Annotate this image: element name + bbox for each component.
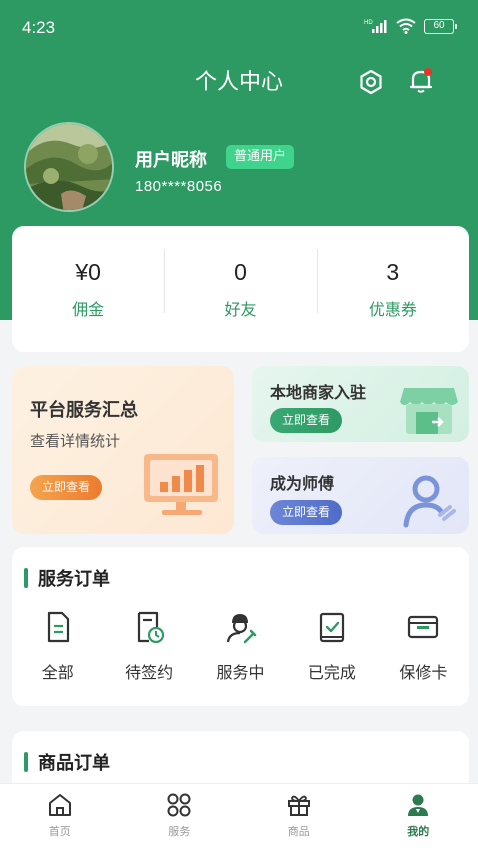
section-accent-bar [24,568,28,588]
stat-value: 3 [386,258,400,285]
user-icon [408,794,429,816]
bottom-tab-bar: 首页 服务 商品 我的 [0,783,478,850]
stat-label: 好友 [224,299,257,319]
order-label: 服务中 [216,663,265,682]
stat-value: ¥0 [75,258,101,285]
stat-coupons[interactable]: 3 优惠券 [316,248,469,320]
order-in-service[interactable]: 服务中 [195,609,286,683]
signal-icon: HD [364,20,387,33]
tab-label: 服务 [168,825,191,838]
chart-monitor-icon [144,454,218,515]
worker-profile-icon [403,475,456,528]
completed-icon [319,612,345,643]
promo-title: 本地商家入驻 [270,383,367,402]
order-label: 全部 [41,663,74,682]
service-orders-card: 服务订单 全部 待签约 服务中 已完成 保修卡 [12,547,469,706]
promo-title: 成为师傅 [270,474,335,493]
stat-label: 优惠券 [368,299,417,319]
home-icon [48,794,71,816]
promo-local-merchant[interactable]: 本地商家入驻 立即查看 [252,366,469,442]
section-title: 服务订单 [38,569,110,590]
wifi-icon [396,18,416,34]
order-label: 已完成 [307,663,356,682]
status-bar: 4:23 HD 60 [0,0,478,56]
order-completed[interactable]: 已完成 [286,609,377,683]
notification-dot [424,68,432,76]
membership-badge: 普通用户 [226,145,295,169]
promo-become-master[interactable]: 成为师傅 立即查看 [252,457,469,534]
username: 用户昵称 [135,150,207,171]
section-title: 商品订单 [38,753,110,774]
document-icon [47,611,69,643]
storefront-icon [400,388,458,434]
service-grid-icon [167,793,191,817]
worker-icon [226,614,256,644]
notification-button[interactable] [406,66,436,96]
tab-label: 我的 [407,825,430,838]
status-icons: HD 60 [364,18,457,34]
settings-button[interactable] [357,68,385,96]
stats-card: ¥0 佣金 0 好友 3 优惠券 [12,226,469,352]
stat-commission[interactable]: ¥0 佣金 [12,259,164,320]
tab-service[interactable]: 服务 [120,784,240,850]
section-accent-bar [24,752,28,772]
promo-platform-services[interactable]: 平台服务汇总 查看详情统计 立即查看 [12,366,234,534]
stat-value: 0 [234,258,247,285]
order-pending-contract[interactable]: 待签约 [103,609,194,683]
tab-home[interactable]: 首页 [0,784,120,850]
tab-mine[interactable]: 我的 [359,784,478,850]
warranty-card-icon [408,615,439,639]
tab-label: 商品 [287,825,310,838]
order-warranty-card[interactable]: 保修卡 [378,609,469,683]
pending-contract-icon [138,611,165,644]
order-all[interactable]: 全部 [12,609,103,683]
order-status-list: 全部 待签约 服务中 已完成 保修卡 [12,609,469,683]
status-time: 4:23 [22,18,56,37]
network-type: HD [364,20,373,26]
tab-goods[interactable]: 商品 [239,784,359,850]
avatar[interactable] [24,122,114,212]
order-label: 保修卡 [399,663,448,682]
stat-friends[interactable]: 0 好友 [164,248,316,320]
section-header: 服务订单 [24,565,110,591]
section-header: 商品订单 [24,749,110,775]
avatar-image [26,124,112,210]
battery-icon: 60 [424,18,457,34]
promo-title: 平台服务汇总 [30,400,138,421]
gift-icon [287,795,310,816]
tab-label: 首页 [48,825,71,838]
phone-number: 180****8056 [135,178,223,195]
promo-subtitle: 查看详情统计 [30,432,121,450]
order-label: 待签约 [125,663,174,682]
view-now-button[interactable]: 立即查看 [270,500,343,525]
view-now-button[interactable]: 立即查看 [30,475,103,500]
gear-icon [360,69,382,95]
view-now-button[interactable]: 立即查看 [270,408,343,433]
stat-label: 佣金 [72,299,105,319]
